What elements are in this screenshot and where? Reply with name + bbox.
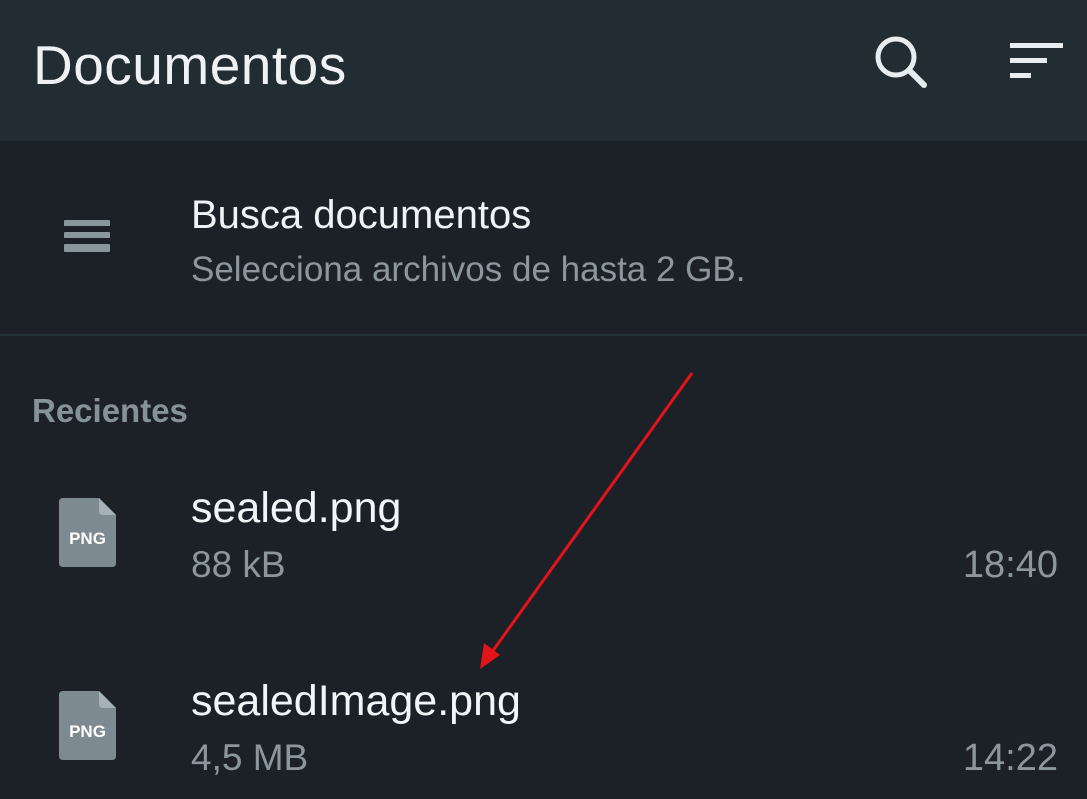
file-name: sealed.png: [191, 484, 402, 532]
search-button[interactable]: [865, 26, 937, 98]
file-size: 4,5 MB: [191, 737, 309, 778]
documents-picker-screen: Documentos Busca documentos Selecciona a…: [0, 0, 1087, 799]
app-bar: Documentos: [0, 0, 1087, 141]
file-size: 88 kB: [191, 544, 286, 585]
sort-icon: [1010, 43, 1063, 78]
file-row[interactable]: PNG sealedImage.png 4,5 MB 14:22: [0, 663, 1087, 799]
file-time: 18:40: [962, 544, 1058, 586]
browse-title: Busca documentos: [191, 193, 532, 237]
file-type-label: PNG: [69, 529, 106, 548]
browse-subtitle: Selecciona archivos de hasta 2 GB.: [191, 250, 746, 289]
file-type-label: PNG: [69, 722, 106, 741]
file-time: 14:22: [962, 737, 1058, 779]
file-row[interactable]: PNG sealed.png 88 kB 18:40: [0, 470, 1087, 610]
sort-button[interactable]: [1000, 26, 1072, 98]
divider: [0, 334, 1087, 336]
browse-documents-item[interactable]: Busca documentos Selecciona archivos de …: [0, 141, 1087, 334]
document-list-icon: [62, 216, 112, 258]
file-name: sealedImage.png: [191, 677, 521, 725]
search-icon: [875, 36, 927, 88]
png-file-icon: PNG: [59, 498, 116, 567]
png-file-icon: PNG: [59, 691, 116, 760]
recent-section-header: Recientes: [32, 392, 188, 429]
page-title: Documentos: [33, 34, 347, 96]
